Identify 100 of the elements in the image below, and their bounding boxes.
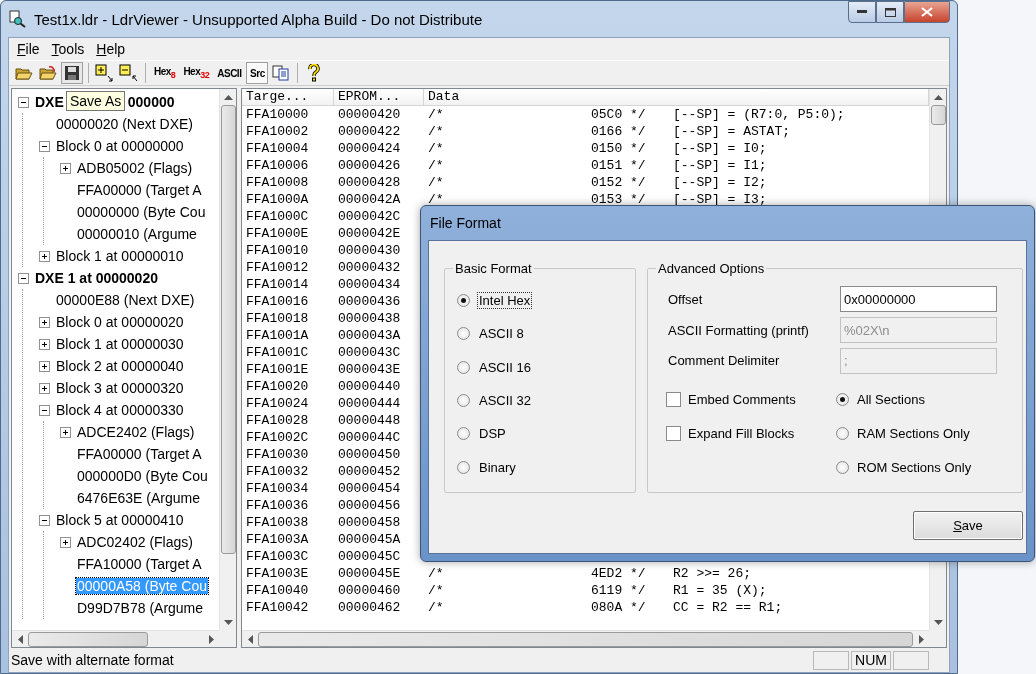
scroll-thumb[interactable] bbox=[220, 105, 236, 554]
radio-label[interactable]: ASCII 32 bbox=[478, 393, 533, 409]
table-cell-text: 4ED2 */ bbox=[590, 566, 647, 581]
tree-item[interactable]: Block 0 at 00000020 bbox=[55, 314, 185, 330]
collapse-toggle-icon[interactable] bbox=[39, 140, 50, 152]
tree-item[interactable]: D99D7B78 (Argume bbox=[76, 600, 205, 616]
tree-item[interactable]: Block 5 at 00000410 bbox=[55, 512, 185, 528]
scroll-thumb[interactable] bbox=[28, 631, 148, 647]
radio-label[interactable]: RAM Sections Only bbox=[857, 425, 970, 441]
column-header[interactable]: Data bbox=[424, 89, 929, 105]
table-cell-text: 00000436 bbox=[337, 294, 402, 309]
tree-item[interactable]: DXE 1 at 00000020 bbox=[34, 270, 159, 286]
checkbox[interactable] bbox=[666, 391, 681, 407]
tree-item[interactable]: 00000E88 (Next DXE) bbox=[55, 292, 196, 308]
tree-item[interactable]: Block 0 at 00000000 bbox=[55, 138, 185, 154]
radio-button[interactable] bbox=[836, 426, 849, 440]
tree-item[interactable]: 00000020 (Next DXE) bbox=[55, 116, 194, 132]
tree-item[interactable]: Block 3 at 00000320 bbox=[55, 380, 185, 396]
scroll-up-icon[interactable] bbox=[933, 94, 943, 100]
scroll-down-icon[interactable] bbox=[933, 619, 943, 625]
radio-button[interactable] bbox=[457, 294, 470, 308]
tree-item[interactable]: FFA00000 (Target A bbox=[76, 182, 203, 198]
tree-item[interactable]: Block 1 at 00000010 bbox=[55, 248, 185, 264]
radio-label[interactable]: ROM Sections Only bbox=[857, 459, 972, 475]
column-header[interactable]: EPROM... bbox=[334, 89, 424, 105]
tree-item[interactable]: FFA00000 (Target A bbox=[76, 446, 203, 462]
checkbox-label[interactable]: Embed Comments bbox=[688, 391, 796, 407]
expand-toggle-icon[interactable] bbox=[39, 360, 50, 372]
checkbox[interactable] bbox=[666, 425, 681, 441]
radio-label[interactable]: All Sections bbox=[857, 391, 925, 407]
radio-button[interactable] bbox=[457, 394, 470, 408]
expand-button[interactable] bbox=[94, 62, 116, 84]
scroll-right-icon[interactable] bbox=[918, 634, 924, 644]
tree-item[interactable]: FFA10000 (Target A bbox=[76, 556, 203, 572]
radio-button[interactable] bbox=[457, 327, 470, 341]
table-cell-text: FFA10028 bbox=[245, 413, 310, 428]
expand-toggle-icon[interactable] bbox=[39, 338, 50, 350]
tree-item[interactable]: ADC02402 (Flags) bbox=[76, 534, 194, 550]
scroll-left-icon[interactable] bbox=[247, 634, 253, 644]
radio-button[interactable] bbox=[457, 360, 470, 374]
table-cell-text: 0153 */ bbox=[590, 192, 647, 207]
minimize-button[interactable] bbox=[848, 1, 876, 23]
save-button[interactable] bbox=[61, 62, 83, 84]
collapse-toggle-icon[interactable] bbox=[39, 514, 50, 526]
vertical-scrollbar[interactable] bbox=[219, 89, 236, 630]
tree-item[interactable]: DXE bbox=[34, 94, 65, 110]
collapse-toggle-icon[interactable] bbox=[18, 96, 29, 108]
format-button[interactable]: Src bbox=[246, 62, 269, 84]
collapse-toggle-icon[interactable] bbox=[18, 272, 29, 284]
tree-item[interactable]: Block 1 at 00000030 bbox=[55, 336, 185, 352]
radio-label[interactable]: Binary bbox=[478, 459, 517, 475]
save-button[interactable]: Save bbox=[913, 511, 1023, 540]
collapse-icon bbox=[119, 64, 139, 82]
horizontal-scrollbar[interactable] bbox=[12, 630, 219, 647]
tree-item[interactable]: 00000010 (Argume bbox=[76, 226, 198, 242]
radio-button[interactable] bbox=[836, 460, 849, 474]
column-header[interactable]: Targe... bbox=[242, 89, 334, 105]
maximize-button[interactable] bbox=[876, 1, 904, 23]
scroll-down-icon[interactable] bbox=[223, 619, 233, 625]
table-cell-text: FFA10012 bbox=[245, 260, 310, 275]
collapse-toggle-icon[interactable] bbox=[39, 404, 50, 416]
scroll-thumb[interactable] bbox=[930, 105, 946, 125]
format-button[interactable]: ASCII bbox=[214, 62, 245, 84]
table-cell-text: 00000438 bbox=[337, 311, 402, 326]
radio-label[interactable]: ASCII 8 bbox=[478, 326, 525, 342]
expand-toggle-icon[interactable] bbox=[60, 536, 71, 548]
table-cell-text: 00000422 bbox=[337, 124, 402, 139]
tree-item[interactable]: ADB05002 (Flags) bbox=[76, 160, 194, 176]
expand-toggle-icon[interactable] bbox=[39, 316, 50, 328]
tree-item[interactable]: Block 4 at 00000330 bbox=[55, 402, 185, 418]
tree-item[interactable]: ADCE2402 (Flags) bbox=[76, 424, 196, 440]
format-button[interactable]: Hex$_{32}$ bbox=[180, 62, 213, 84]
expand-toggle-icon[interactable] bbox=[60, 426, 71, 438]
menu-item[interactable]: File bbox=[11, 41, 46, 57]
radio-label[interactable]: Intel Hex bbox=[478, 293, 532, 309]
scroll-right-icon[interactable] bbox=[208, 634, 214, 644]
table-cell-text: 0000042C bbox=[337, 209, 402, 224]
status-text: Save with alternate format bbox=[11, 652, 175, 668]
menu-item[interactable]: Help bbox=[90, 41, 132, 57]
input-field[interactable]: 0x00000000 bbox=[840, 286, 997, 313]
expand-toggle-icon[interactable] bbox=[39, 382, 50, 394]
radio-button[interactable] bbox=[836, 392, 849, 406]
tree-item[interactable]: 000000D0 (Byte Cou bbox=[76, 468, 209, 484]
scroll-up-icon[interactable] bbox=[223, 94, 233, 100]
expand-toggle-icon[interactable] bbox=[60, 162, 71, 174]
close-button[interactable] bbox=[904, 1, 950, 23]
format-button[interactable]: Hex$_{8}$ bbox=[151, 62, 179, 84]
scroll-left-icon[interactable] bbox=[17, 634, 23, 644]
menu-item[interactable]: Tools bbox=[45, 41, 91, 57]
expand-toggle-icon[interactable] bbox=[39, 250, 50, 262]
radio-label[interactable]: ASCII 16 bbox=[478, 359, 533, 375]
table-cell-text: /* bbox=[427, 107, 445, 122]
radio-label[interactable]: DSP bbox=[478, 426, 507, 442]
radio-button[interactable] bbox=[457, 460, 470, 474]
tree-item[interactable]: 6476E63E (Argume bbox=[76, 490, 201, 506]
tree-item[interactable]: Block 2 at 00000040 bbox=[55, 358, 185, 374]
radio-button[interactable] bbox=[457, 427, 470, 441]
tree-item[interactable]: 00000000 (Byte Cou bbox=[76, 204, 207, 220]
checkbox-label[interactable]: Expand Fill Blocks bbox=[688, 425, 795, 441]
collapse-button[interactable] bbox=[118, 62, 140, 84]
